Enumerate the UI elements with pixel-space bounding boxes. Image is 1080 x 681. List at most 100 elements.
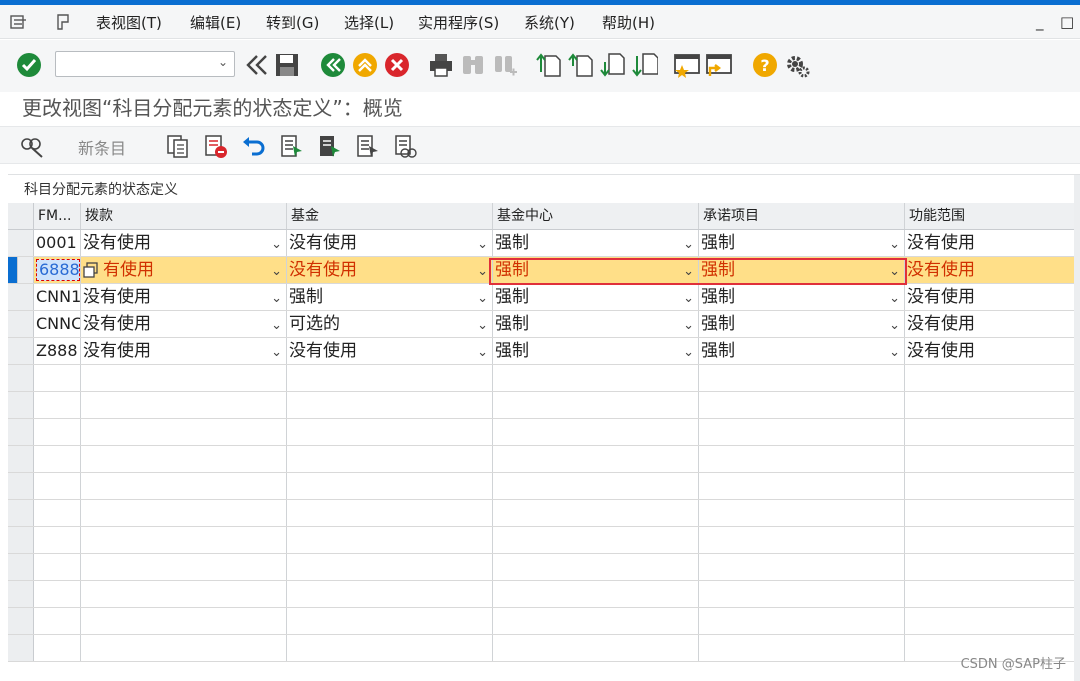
- chevron-down-icon[interactable]: ⌄: [477, 313, 488, 337]
- column-header-commitment-item[interactable]: 承诺项目: [699, 203, 905, 229]
- next-page-icon[interactable]: [600, 52, 626, 78]
- appropriation-select[interactable]: 没有使用⌄: [81, 284, 287, 310]
- create-session-icon[interactable]: [674, 52, 700, 78]
- cancel-red-icon[interactable]: [384, 52, 410, 78]
- appropriation-select[interactable]: 没有使用⌄: [81, 230, 287, 256]
- menu-edit[interactable]: 编辑(E): [190, 12, 241, 33]
- chevron-down-icon[interactable]: ⌄: [271, 313, 282, 337]
- chevron-down-icon[interactable]: ⌄: [683, 259, 694, 283]
- fund-select[interactable]: 没有使用⌄: [287, 338, 493, 364]
- row-selector[interactable]: [8, 473, 34, 499]
- command-field[interactable]: ⌄: [55, 51, 235, 77]
- row-selector[interactable]: [8, 554, 34, 580]
- chevron-down-icon[interactable]: ⌄: [271, 286, 282, 310]
- menu-selection[interactable]: 选择(L): [344, 12, 394, 33]
- copy-as-icon[interactable]: [166, 134, 190, 158]
- row-selector[interactable]: [8, 392, 34, 418]
- chevron-down-icon[interactable]: ⌄: [218, 55, 228, 69]
- first-page-icon[interactable]: [536, 52, 562, 78]
- chevron-down-icon[interactable]: ⌄: [683, 232, 694, 256]
- undo-icon[interactable]: [242, 134, 266, 158]
- functional-area-select[interactable]: 没有使用: [905, 311, 1080, 337]
- copy-icon[interactable]: [83, 262, 99, 278]
- funds-center-select[interactable]: 强制⌄: [493, 257, 699, 283]
- chevron-down-icon[interactable]: ⌄: [477, 340, 488, 364]
- row-selector[interactable]: [8, 500, 34, 526]
- functional-area-select[interactable]: 没有使用: [905, 338, 1080, 364]
- commitment-item-select[interactable]: 强制⌄: [699, 284, 905, 310]
- chevron-down-icon[interactable]: ⌄: [683, 340, 694, 364]
- menu-help[interactable]: 帮助(H): [602, 12, 655, 33]
- display-change-icon[interactable]: [20, 134, 44, 158]
- commitment-item-select[interactable]: 强制⌄: [699, 257, 905, 283]
- chevron-down-icon[interactable]: ⌄: [683, 286, 694, 310]
- menu-table-view[interactable]: 表视图(T): [96, 12, 162, 33]
- print-field-list-icon[interactable]: [394, 134, 418, 158]
- check-icon[interactable]: [16, 52, 42, 78]
- find-next-icon[interactable]: [492, 52, 518, 78]
- row-selector[interactable]: [8, 230, 34, 256]
- funds-center-select[interactable]: 强制⌄: [493, 284, 699, 310]
- shortcut-icon[interactable]: [706, 52, 732, 78]
- last-page-icon[interactable]: [632, 52, 658, 78]
- chevron-down-icon[interactable]: ⌄: [683, 313, 694, 337]
- row-selector[interactable]: [8, 608, 34, 634]
- find-icon[interactable]: [460, 52, 486, 78]
- select-all-icon[interactable]: [280, 134, 304, 158]
- commitment-item-select[interactable]: 强制⌄: [699, 230, 905, 256]
- appropriation-select[interactable]: 没有使用⌄: [81, 311, 287, 337]
- help-icon[interactable]: ?: [752, 52, 778, 78]
- chevron-down-icon[interactable]: ⌄: [889, 313, 900, 337]
- functional-area-select[interactable]: 没有使用: [905, 284, 1080, 310]
- new-entries-button[interactable]: 新条目: [78, 135, 126, 159]
- row-selector-active[interactable]: [8, 257, 18, 283]
- row-selector[interactable]: [8, 284, 34, 310]
- select-block-icon[interactable]: [318, 134, 342, 158]
- chevron-down-icon[interactable]: ⌄: [477, 232, 488, 256]
- row-selector[interactable]: [8, 419, 34, 445]
- fund-select[interactable]: 没有使用⌄: [287, 230, 493, 256]
- delete-icon[interactable]: [204, 134, 228, 158]
- menu-utilities[interactable]: 实用程序(S): [418, 12, 499, 33]
- fm-area-input-focused[interactable]: 6888: [36, 259, 80, 281]
- chevron-down-icon[interactable]: ⌄: [889, 232, 900, 256]
- menu-icon[interactable]: [10, 14, 28, 30]
- menu-goto[interactable]: 转到(G): [266, 12, 319, 33]
- chevron-down-icon[interactable]: ⌄: [271, 232, 282, 256]
- functional-area-select[interactable]: 没有使用: [905, 230, 1080, 256]
- chevron-down-icon[interactable]: ⌄: [889, 286, 900, 310]
- settings-icon[interactable]: [784, 52, 810, 78]
- previous-page-icon[interactable]: [568, 52, 594, 78]
- column-header-fund[interactable]: 基金: [287, 203, 493, 229]
- row-selector[interactable]: [8, 446, 34, 472]
- column-header-funds-center[interactable]: 基金中心: [493, 203, 699, 229]
- commitment-item-select[interactable]: 强制⌄: [699, 311, 905, 337]
- functional-area-select[interactable]: 没有使用: [905, 257, 1080, 283]
- minimize-button[interactable]: _: [1036, 13, 1044, 31]
- column-header-functional-area[interactable]: 功能范围: [905, 203, 1080, 229]
- fund-select[interactable]: 强制⌄: [287, 284, 493, 310]
- maximize-button[interactable]: □: [1060, 13, 1074, 31]
- chevron-down-icon[interactable]: ⌄: [477, 259, 488, 283]
- appropriation-select[interactable]: 没有使用⌄: [81, 338, 287, 364]
- row-selector[interactable]: [8, 365, 34, 391]
- sap-gui-icon[interactable]: [56, 14, 74, 30]
- fm-area-cell[interactable]: 6888: [34, 257, 81, 283]
- row-selector[interactable]: [8, 581, 34, 607]
- chevron-down-icon[interactable]: ⌄: [889, 259, 900, 283]
- back-arrows-icon[interactable]: [244, 52, 270, 78]
- funds-center-select[interactable]: 强制⌄: [493, 311, 699, 337]
- fund-select[interactable]: 没有使用⌄: [287, 257, 493, 283]
- row-selector[interactable]: [8, 338, 34, 364]
- column-header-fm[interactable]: FM...: [34, 203, 81, 229]
- vertical-scrollbar[interactable]: [1074, 175, 1080, 681]
- fund-select[interactable]: 可选的⌄: [287, 311, 493, 337]
- save-icon[interactable]: [274, 52, 300, 78]
- commitment-item-select[interactable]: 强制⌄: [699, 338, 905, 364]
- row-selector[interactable]: [8, 527, 34, 553]
- row-selector[interactable]: [8, 311, 34, 337]
- select-all-rows-button[interactable]: [8, 203, 34, 229]
- funds-center-select[interactable]: 强制⌄: [493, 338, 699, 364]
- chevron-down-icon[interactable]: ⌄: [477, 286, 488, 310]
- chevron-down-icon[interactable]: ⌄: [271, 259, 282, 283]
